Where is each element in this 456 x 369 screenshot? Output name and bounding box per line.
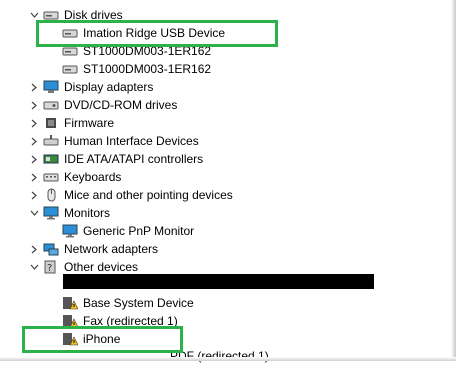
category-display-adapters[interactable]: Display adapters	[0, 78, 456, 96]
category-label: Firmware	[64, 116, 114, 130]
unknown-device-icon: ?	[44, 260, 56, 274]
network-adapter-icon	[43, 243, 59, 256]
category-label: Monitors	[64, 206, 111, 220]
category-dvd-cdrom[interactable]: DVD/CD-ROM drives	[0, 96, 456, 114]
ide-controller-icon	[43, 154, 59, 164]
highlight-box-iphone	[22, 326, 183, 353]
chevron-down-icon[interactable]	[28, 258, 40, 276]
category-monitors[interactable]: Monitors	[0, 204, 456, 222]
svg-text:?: ?	[47, 263, 52, 274]
mouse-icon	[47, 188, 56, 202]
chevron-right-icon[interactable]	[28, 168, 40, 186]
device-base-system[interactable]: Base System Device	[0, 294, 456, 312]
device-label: ST1000DM003-1ER162	[83, 62, 212, 76]
category-label: Human Interface Devices	[64, 134, 199, 148]
redacted-device-bar	[63, 274, 374, 289]
monitor-icon	[62, 224, 78, 238]
window-bottom-shadow	[0, 357, 456, 361]
chevron-right-icon[interactable]	[28, 132, 40, 150]
keyboard-icon	[43, 173, 59, 182]
category-keyboards[interactable]: Keyboards	[0, 168, 456, 186]
category-hid[interactable]: Human Interface Devices	[0, 132, 456, 150]
disk-drive-icon	[62, 65, 78, 74]
category-firmware[interactable]: Firmware	[0, 114, 456, 132]
hid-icon	[43, 135, 59, 146]
chevron-right-icon[interactable]	[28, 96, 40, 114]
category-network-adapters[interactable]: Network adapters	[0, 240, 456, 258]
device-generic-pnp-monitor[interactable]: Generic PnP Monitor	[0, 222, 456, 240]
chevron-down-icon[interactable]	[28, 204, 40, 222]
category-label: DVD/CD-ROM drives	[64, 98, 178, 112]
firmware-chip-icon	[46, 118, 56, 128]
highlight-box-imation	[36, 20, 278, 47]
category-label: Mice and other pointing devices	[64, 188, 233, 202]
dvd-drive-icon	[43, 101, 59, 110]
chevron-right-icon[interactable]	[28, 240, 40, 258]
warning-device-icon	[63, 297, 78, 310]
device-manager-tree: Disk drives Imation Ridge USB Device ST1…	[0, 0, 456, 363]
chevron-right-icon[interactable]	[28, 114, 40, 132]
monitor-icon	[43, 206, 59, 220]
device-st1000-2[interactable]: ST1000DM003-1ER162	[0, 60, 456, 78]
chevron-right-icon[interactable]	[28, 186, 40, 204]
device-label: PDF (redirected 1)	[170, 349, 269, 363]
category-label: Keyboards	[64, 170, 122, 184]
category-ide[interactable]: IDE ATA/ATAPI controllers	[0, 150, 456, 168]
category-label: Network adapters	[64, 242, 159, 256]
category-label: Display adapters	[64, 80, 154, 94]
device-label: Base System Device	[83, 296, 194, 310]
chevron-right-icon[interactable]	[28, 150, 40, 168]
category-label: IDE ATA/ATAPI controllers	[64, 152, 204, 166]
category-label: Other devices	[64, 260, 139, 274]
display-adapter-icon	[43, 80, 59, 93]
device-label: Generic PnP Monitor	[83, 224, 195, 238]
chevron-right-icon[interactable]	[28, 78, 40, 96]
window-edge-shadow	[451, 0, 456, 361]
category-mice[interactable]: Mice and other pointing devices	[0, 186, 456, 204]
